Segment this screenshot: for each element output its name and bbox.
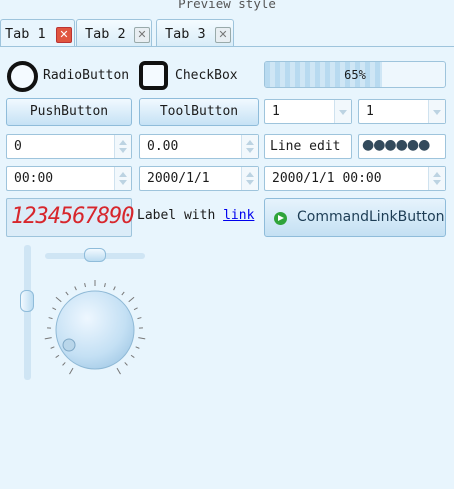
dial-tick	[55, 296, 62, 303]
checkbox-label[interactable]: CheckBox	[175, 68, 238, 83]
checkbox[interactable]	[139, 61, 168, 90]
dial-tick	[121, 291, 125, 296]
tab-bar-divider	[0, 46, 454, 47]
date-value: 2000/1/1	[147, 171, 210, 186]
dial-tick	[116, 367, 121, 375]
radio-button-label[interactable]: RadioButton	[43, 68, 129, 83]
password-edit[interactable]: ●●●●●●	[358, 134, 446, 159]
combo-value: 1	[272, 104, 280, 119]
date-edit[interactable]: 2000/1/1	[139, 166, 259, 191]
dial-tick	[133, 307, 138, 311]
horizontal-slider-handle[interactable]	[84, 248, 106, 262]
dial-tick	[124, 362, 128, 366]
dial-tick	[128, 296, 135, 303]
vertical-slider[interactable]	[24, 245, 31, 380]
time-edit[interactable]: 00:00	[6, 166, 132, 191]
dial-tick	[55, 354, 60, 358]
dial[interactable]	[40, 280, 150, 390]
dial-tick	[113, 286, 116, 291]
close-icon[interactable]: ✕	[134, 27, 150, 43]
dial-tick	[130, 354, 135, 358]
spin-arrows-icon[interactable]	[428, 167, 445, 190]
dial-tick	[65, 291, 69, 296]
radio-button[interactable]	[7, 61, 38, 92]
close-icon[interactable]: ✕	[56, 27, 72, 43]
command-link-button[interactable]: CommandLinkButton	[264, 198, 446, 237]
tab-3[interactable]: Tab 3 ✕	[156, 19, 234, 47]
chevron-down-icon[interactable]	[428, 100, 445, 123]
vertical-slider-handle[interactable]	[20, 290, 34, 312]
integer-spinbox[interactable]: 0	[6, 134, 132, 159]
time-value: 00:00	[14, 171, 54, 186]
push-button[interactable]: PushButton	[6, 98, 132, 126]
progress-bar: 65%	[264, 61, 446, 88]
spinbox-value: 0.00	[147, 139, 179, 154]
progress-text: 65%	[344, 68, 366, 82]
datetime-value: 2000/1/1 00:00	[272, 171, 382, 186]
spin-arrows-icon[interactable]	[114, 135, 131, 158]
tab-2[interactable]: Tab 2 ✕	[76, 19, 152, 47]
dial-tick	[62, 362, 66, 366]
dial-tick	[138, 337, 146, 340]
combo-box-1[interactable]: 1	[264, 99, 352, 124]
close-icon[interactable]: ✕	[215, 27, 231, 43]
tool-button[interactable]: ToolButton	[139, 98, 259, 126]
window-title: Preview style	[178, 0, 276, 11]
spin-arrows-icon[interactable]	[241, 167, 258, 190]
dial-tick	[69, 367, 74, 375]
line-edit[interactable]: Line edit	[264, 134, 352, 159]
dial-tick	[135, 346, 140, 349]
tab-1[interactable]: Tab 1 ✕	[0, 19, 75, 47]
lcd-number: 1234567890	[6, 198, 134, 237]
double-spinbox[interactable]: 0.00	[139, 134, 259, 159]
dial-indicator	[62, 338, 76, 352]
spinbox-value: 0	[14, 139, 22, 154]
chevron-down-icon[interactable]	[334, 100, 351, 123]
spin-arrows-icon[interactable]	[114, 167, 131, 190]
dial-knob[interactable]	[55, 290, 135, 370]
tab-label: Tab 3	[165, 26, 206, 42]
dial-tick	[50, 346, 55, 349]
label-with-link: Label with link	[137, 208, 254, 223]
dial-tick	[104, 283, 106, 288]
tab-label: Tab 2	[85, 26, 126, 42]
command-link-label: CommandLinkButton	[297, 209, 445, 225]
label-text: Label with	[137, 208, 224, 223]
arrow-right-icon	[274, 212, 287, 225]
dial-tick	[84, 283, 86, 288]
combo-box-2[interactable]: 1	[358, 99, 446, 124]
spin-arrows-icon[interactable]	[241, 135, 258, 158]
dial-tick	[74, 286, 77, 291]
dial-tick	[137, 317, 142, 320]
datetime-edit[interactable]: 2000/1/1 00:00	[264, 166, 446, 191]
combo-value: 1	[366, 104, 374, 119]
tab-label: Tab 1	[5, 26, 46, 42]
dial-tick	[44, 337, 52, 340]
link[interactable]: link	[223, 208, 254, 223]
dial-tick	[48, 317, 53, 320]
dial-tick	[52, 307, 57, 311]
